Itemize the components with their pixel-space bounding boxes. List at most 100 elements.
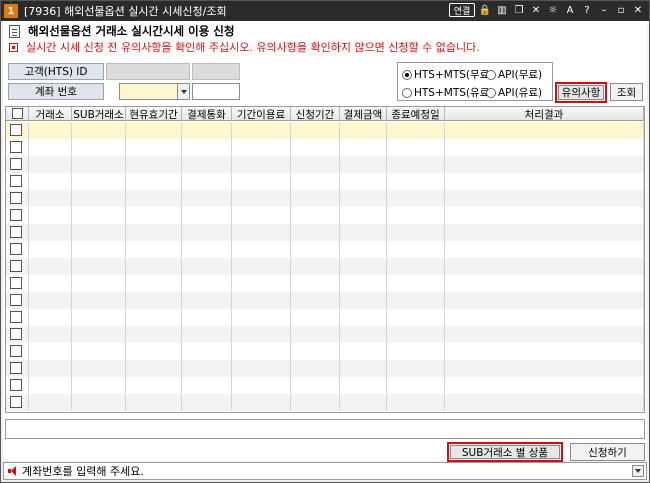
table-cell[interactable] xyxy=(72,122,126,139)
font-icon[interactable]: A xyxy=(563,3,577,17)
table-cell[interactable] xyxy=(387,309,445,326)
table-cell[interactable] xyxy=(182,360,232,377)
table-cell[interactable] xyxy=(29,309,72,326)
table-cell[interactable] xyxy=(445,241,644,258)
table-cell[interactable] xyxy=(445,156,644,173)
table-cell[interactable] xyxy=(445,258,644,275)
table-cell[interactable] xyxy=(182,258,232,275)
table-cell[interactable] xyxy=(29,207,72,224)
row-checkbox[interactable] xyxy=(10,311,22,323)
table-cell[interactable] xyxy=(72,377,126,394)
table-cell[interactable] xyxy=(340,190,387,207)
table-cell[interactable] xyxy=(72,292,126,309)
table-cell[interactable] xyxy=(387,275,445,292)
table-cell[interactable] xyxy=(387,139,445,156)
table-cell[interactable] xyxy=(29,343,72,360)
table-cell[interactable] xyxy=(291,275,340,292)
table-cell[interactable] xyxy=(126,292,182,309)
table-cell[interactable] xyxy=(72,224,126,241)
table-cell[interactable] xyxy=(232,122,291,139)
table-cell[interactable] xyxy=(72,207,126,224)
table-cell[interactable] xyxy=(232,241,291,258)
table-cell[interactable] xyxy=(291,122,340,139)
table-cell[interactable] xyxy=(182,139,232,156)
table-cell[interactable] xyxy=(182,394,232,411)
table-cell[interactable] xyxy=(340,156,387,173)
table-row[interactable] xyxy=(6,343,644,360)
result-grid[interactable]: 거래소 SUB거래소 현유효기간 결제통화 기간이용료 신청기간 결제금액 종료예정일 처리결과 xyxy=(5,106,645,413)
table-cell[interactable] xyxy=(291,139,340,156)
column-header-valid-period[interactable]: 현유효기간 xyxy=(126,107,182,121)
table-cell[interactable] xyxy=(387,377,445,394)
table-row[interactable] xyxy=(6,309,644,326)
table-cell[interactable] xyxy=(340,360,387,377)
table-cell[interactable] xyxy=(232,343,291,360)
select-all-checkbox[interactable] xyxy=(12,108,23,119)
table-cell[interactable] xyxy=(291,207,340,224)
table-cell[interactable] xyxy=(340,258,387,275)
copy-icon[interactable]: ❐ xyxy=(512,3,526,17)
row-checkbox[interactable] xyxy=(10,226,22,238)
table-cell[interactable] xyxy=(72,139,126,156)
help-icon[interactable]: ? xyxy=(580,3,594,17)
radio-api-paid[interactable]: API(유료) xyxy=(486,85,542,100)
table-row[interactable] xyxy=(6,326,644,343)
table-cell[interactable] xyxy=(29,258,72,275)
table-cell[interactable] xyxy=(182,309,232,326)
table-cell[interactable] xyxy=(232,139,291,156)
table-cell[interactable] xyxy=(232,207,291,224)
table-cell[interactable] xyxy=(232,258,291,275)
table-cell[interactable] xyxy=(126,343,182,360)
table-cell[interactable] xyxy=(291,360,340,377)
table-cell[interactable] xyxy=(340,377,387,394)
table-cell[interactable] xyxy=(340,343,387,360)
table-cell[interactable] xyxy=(445,377,644,394)
notice-button[interactable]: 유의사항 xyxy=(555,82,607,103)
table-row[interactable] xyxy=(6,241,644,258)
table-cell[interactable] xyxy=(340,394,387,411)
table-cell[interactable] xyxy=(445,309,644,326)
table-cell[interactable] xyxy=(182,224,232,241)
table-cell[interactable] xyxy=(340,241,387,258)
column-header-currency[interactable]: 결제통화 xyxy=(182,107,232,121)
table-cell[interactable] xyxy=(126,326,182,343)
table-cell[interactable] xyxy=(29,122,72,139)
table-cell[interactable] xyxy=(182,241,232,258)
table-cell[interactable] xyxy=(340,326,387,343)
table-cell[interactable] xyxy=(232,292,291,309)
table-cell[interactable] xyxy=(182,326,232,343)
table-row[interactable] xyxy=(6,360,644,377)
table-cell[interactable] xyxy=(340,224,387,241)
row-checkbox[interactable] xyxy=(10,141,22,153)
lock-icon[interactable]: 🔒 xyxy=(478,3,492,17)
table-cell[interactable] xyxy=(72,326,126,343)
table-cell[interactable] xyxy=(340,309,387,326)
table-cell[interactable] xyxy=(387,292,445,309)
table-cell[interactable] xyxy=(291,173,340,190)
table-cell[interactable] xyxy=(445,360,644,377)
table-cell[interactable] xyxy=(291,190,340,207)
table-cell[interactable] xyxy=(29,224,72,241)
table-cell[interactable] xyxy=(29,190,72,207)
query-button[interactable]: 조회 xyxy=(610,83,643,101)
row-checkbox[interactable] xyxy=(10,379,22,391)
table-cell[interactable] xyxy=(182,275,232,292)
table-cell[interactable] xyxy=(232,394,291,411)
table-cell[interactable] xyxy=(126,377,182,394)
table-cell[interactable] xyxy=(387,326,445,343)
table-cell[interactable] xyxy=(387,173,445,190)
minimize-icon[interactable]: – xyxy=(597,3,611,17)
table-cell[interactable] xyxy=(232,360,291,377)
table-cell[interactable] xyxy=(126,258,182,275)
table-cell[interactable] xyxy=(182,292,232,309)
table-cell[interactable] xyxy=(126,173,182,190)
table-row[interactable] xyxy=(6,258,644,275)
table-cell[interactable] xyxy=(182,207,232,224)
table-cell[interactable] xyxy=(72,190,126,207)
table-cell[interactable] xyxy=(72,343,126,360)
table-cell[interactable] xyxy=(291,292,340,309)
row-checkbox[interactable] xyxy=(10,396,22,408)
table-cell[interactable] xyxy=(72,258,126,275)
column-header-exchange[interactable]: 거래소 xyxy=(29,107,72,121)
table-cell[interactable] xyxy=(232,190,291,207)
